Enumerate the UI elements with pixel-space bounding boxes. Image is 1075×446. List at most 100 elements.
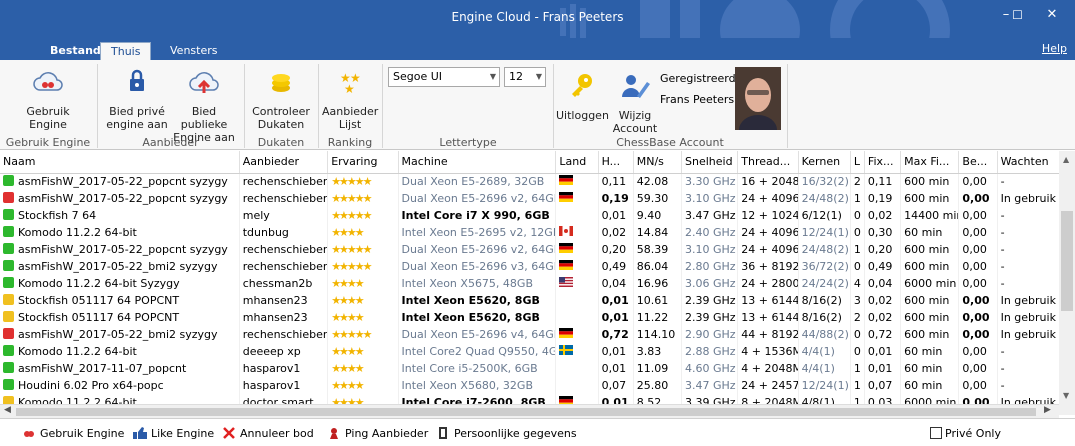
status-persoonlijke-gegevens[interactable]: Persoonlijke gegevens <box>436 427 577 440</box>
person-icon <box>436 427 450 439</box>
column-header[interactable]: Snelheid <box>681 151 739 174</box>
scroll-thumb[interactable] <box>1061 211 1073 311</box>
table-row[interactable]: Houdini 6.02 Pro x64-popc hasparov1 ★★★★ In… <box>0 377 1061 394</box>
cell-max: 600 min <box>900 326 960 343</box>
cloud-icon <box>22 427 36 439</box>
cell-wacht: In gebruik <box>997 190 1061 207</box>
scroll-thumb[interactable] <box>16 408 1036 416</box>
cell-naam: Stockfish 051117 64 POPCNT <box>0 292 240 309</box>
cell-mns: 11.09 <box>633 360 683 377</box>
column-header[interactable]: MN/s <box>633 151 683 174</box>
table-row[interactable]: Stockfish 051117 64 POPCNT mhansen23 ★★★★ I… <box>0 309 1061 326</box>
bied-prive-button[interactable]: Bied privé engine aan <box>104 66 170 131</box>
column-header[interactable]: Ervaring <box>327 151 399 174</box>
column-header[interactable]: L <box>850 151 865 174</box>
gebruik-engine-button[interactable]: Gebruik Engine <box>8 66 88 131</box>
column-header[interactable]: Wachten <box>997 151 1061 174</box>
status-indicator-icon <box>3 192 14 203</box>
engine-name: asmFishW_2017-05-22_bmi2 syzygy <box>18 260 218 273</box>
table-row[interactable]: asmFishW_2017-05-22_bmi2 syzygy rechensch… <box>0 326 1061 343</box>
cell-naam: Komodo 11.2.2 64-bit <box>0 224 240 241</box>
table-row[interactable]: asmFishW_2017-05-22_popcnt syzygy rechens… <box>0 173 1061 190</box>
country-flag-icon <box>555 275 599 292</box>
rating-stars-icon: ★★★★ <box>327 360 399 377</box>
lock-cloud-icon <box>130 69 144 91</box>
cell-be: 0,00 <box>958 241 998 258</box>
status-indicator-icon <box>3 379 14 390</box>
checkbox-box[interactable] <box>930 427 942 439</box>
column-header[interactable]: Be... <box>958 151 998 174</box>
scroll-down-icon[interactable]: ▼ <box>1063 391 1069 400</box>
cell-h: 0,11 <box>598 173 634 190</box>
column-header[interactable]: Kernen <box>798 151 851 174</box>
font-size-select[interactable]: 12 ▼ <box>504 67 546 87</box>
column-header[interactable]: Max Fi... <box>900 151 960 174</box>
column-header[interactable]: Fix... <box>864 151 902 174</box>
cell-l: 1 <box>850 360 865 377</box>
cell-max: 600 min <box>900 292 960 309</box>
status-annuleer-bod[interactable]: Annuleer bod <box>222 427 314 440</box>
rating-stars-icon: ★★★★ <box>327 292 399 309</box>
column-header[interactable]: Thread... <box>737 151 799 174</box>
status-indicator-icon <box>3 243 14 254</box>
status-like-engine[interactable]: Like Engine <box>133 427 214 440</box>
cell-wacht: In gebruik <box>997 326 1061 343</box>
column-header[interactable]: Naam <box>0 151 240 174</box>
vertical-scrollbar[interactable]: ▲ ▼ <box>1059 151 1075 415</box>
table-row[interactable]: Stockfish 051117 64 POPCNT mhansen23 ★★★★ I… <box>0 292 1061 309</box>
cell-naam: Stockfish 7 64 <box>0 207 240 224</box>
controleer-dukaten-button[interactable]: Controleer Dukaten <box>248 66 314 131</box>
status-gebruik-engine[interactable]: Gebruik Engine <box>22 427 124 440</box>
country-flag-icon <box>555 224 599 241</box>
tab-thuis[interactable]: Thuis <box>100 42 152 60</box>
status-ping-aanbieder[interactable]: Ping Aanbieder <box>327 427 428 440</box>
scroll-left-icon[interactable]: ◀ <box>4 405 11 415</box>
cell-thr: 13 + 6144I <box>737 309 799 326</box>
bied-publiek-button[interactable]: Bied publieke Engine aan <box>168 66 240 144</box>
table-row[interactable]: Komodo 11.2.2 64-bit tdunbug ★★★★ Intel Xeo… <box>0 224 1061 241</box>
help-link[interactable]: Help <box>1042 42 1067 55</box>
table-row[interactable]: Komodo 11.2.2 64-bit Syzygy chessman2b ★★★… <box>0 275 1061 292</box>
wijzig-account-button[interactable]: Wijzig Account <box>608 70 662 135</box>
country-flag-icon <box>555 292 599 309</box>
cell-fix: 0,02 <box>864 309 902 326</box>
uitloggen-button[interactable]: Uitloggen <box>556 70 609 122</box>
close-button[interactable]: ✕ <box>1029 0 1075 32</box>
cell-aanb: rechenschieber <box>239 190 329 207</box>
font-select[interactable]: Segoe UI ▼ <box>388 67 500 87</box>
maximize-button[interactable]: ☐ <box>1006 0 1029 32</box>
cell-mns: 114.10 <box>633 326 683 343</box>
cell-snel: 2.39 GHz <box>681 292 739 309</box>
cell-fix: 0,19 <box>864 190 902 207</box>
tab-vensters[interactable]: Vensters <box>160 42 227 60</box>
country-flag-icon <box>555 343 599 360</box>
cell-kern: 4/4(1) <box>798 360 851 377</box>
rating-stars-icon: ★★★★ <box>327 309 399 326</box>
column-header[interactable]: Aanbieder <box>239 151 329 174</box>
table-row[interactable]: asmFishW_2017-05-22_popcnt syzygy rechens… <box>0 241 1061 258</box>
cell-snel: 2.80 GHz <box>681 258 739 275</box>
cell-thr: 24 + 4096I <box>737 241 799 258</box>
cell-wacht: - <box>997 173 1061 190</box>
column-header[interactable]: Land <box>555 151 599 174</box>
column-header[interactable]: Machine <box>398 151 557 174</box>
table-row[interactable]: Stockfish 7 64 mely ★★★★★ Intel Core i7 X 9… <box>0 207 1061 224</box>
table-row[interactable]: asmFishW_2017-05-22_popcnt syzygy rechens… <box>0 190 1061 207</box>
column-header[interactable]: H... <box>598 151 634 174</box>
engine-name: asmFishW_2017-05-22_popcnt syzygy <box>18 175 228 189</box>
cell-fix: 0,49 <box>864 258 902 275</box>
cell-aanb: rechenschieber <box>239 241 329 258</box>
prive-only-checkbox[interactable]: Privé Only <box>930 427 1001 440</box>
country-flag-icon <box>555 258 599 275</box>
table-row[interactable]: asmFishW_2017-11-07_popcnt hasparov1 ★★★★ I… <box>0 360 1061 377</box>
horizontal-scrollbar[interactable]: ◀ ▶ <box>0 404 1059 418</box>
cell-l: 1 <box>850 377 865 394</box>
scroll-up-icon[interactable]: ▲ <box>1063 155 1069 164</box>
table-row[interactable]: Komodo 11.2.2 64-bit deeeep xp ★★★★ Intel C… <box>0 343 1061 360</box>
table-row[interactable]: asmFishW_2017-05-22_bmi2 syzygy rechensch… <box>0 258 1061 275</box>
scroll-right-icon[interactable]: ▶ <box>1044 405 1051 415</box>
user-edit-icon <box>622 75 650 98</box>
engine-name: Stockfish 7 64 <box>18 209 97 222</box>
cell-h: 0,07 <box>598 377 634 394</box>
aanbieder-lijst-button[interactable]: ★ ★ ★ Aanbieder Lijst <box>322 66 378 131</box>
